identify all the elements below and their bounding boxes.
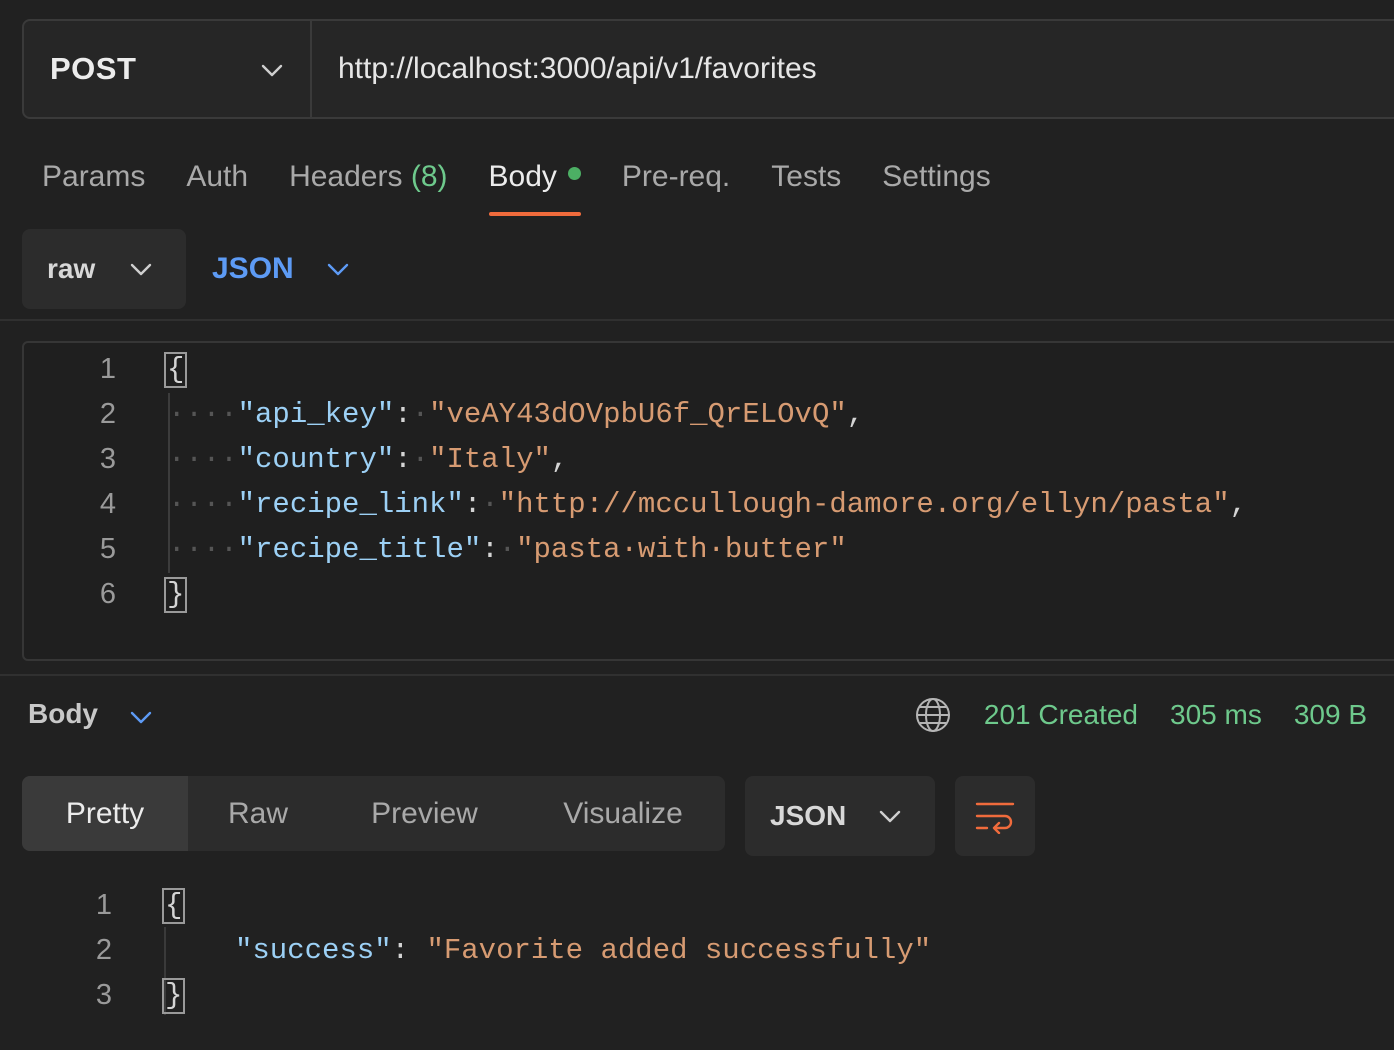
json-value: "Favorite added successfully" — [426, 934, 932, 967]
code-line: 4 ···· "recipe_link": · "http://mccullough-… — [24, 482, 1247, 527]
status-code[interactable]: 201 Created — [984, 699, 1138, 731]
response-format-label: JSON — [770, 800, 847, 831]
json-key: "recipe_title" — [237, 533, 482, 566]
line-number: 3 — [99, 443, 116, 475]
request-body-editor[interactable]: 1 { 2 ···· "api_key": · "veAY43dOVpbU6f_QrE… — [22, 341, 1394, 661]
colon: : — [481, 533, 499, 566]
tab-label: Params — [42, 160, 146, 193]
divider — [0, 674, 1394, 676]
line-number: 3 — [95, 979, 112, 1011]
comma: , — [550, 443, 569, 476]
response-section-label: Body — [28, 698, 98, 729]
tab-body[interactable]: Body — [488, 160, 582, 216]
json-key: "recipe_link" — [237, 488, 464, 521]
whitespace-marker: · — [498, 533, 517, 566]
tab-settings[interactable]: Settings — [882, 160, 990, 216]
code-line: 3 } — [0, 973, 186, 1018]
whitespace-marker: · — [481, 488, 499, 521]
body-format-label: JSON — [212, 252, 294, 285]
colon: : — [391, 934, 427, 967]
whitespace-marker: · — [411, 443, 430, 476]
tab-label: Settings — [882, 160, 991, 193]
tab-label: Headers — [289, 160, 403, 193]
code-line: 6 } — [24, 572, 188, 617]
line-number: 1 — [99, 353, 116, 385]
whitespace-marker: · — [411, 398, 430, 431]
chevron-down-icon — [261, 64, 283, 77]
response-view-tabs: Pretty Raw Preview Visualize — [22, 776, 725, 851]
code-line: 1 { — [24, 347, 188, 392]
json-value: "veAY43dOVpbU6f_QrELOvQ" — [429, 398, 847, 431]
tab-params[interactable]: Params — [42, 160, 145, 216]
url-input[interactable]: http://localhost:3000/api/v1/favorites — [312, 21, 1394, 117]
code-line: 3 ···· "country": · "Italy", — [24, 437, 568, 482]
response-body-select[interactable]: Body — [28, 698, 152, 730]
method-select[interactable]: POST — [24, 21, 312, 117]
response-format-select[interactable]: JSON — [745, 776, 935, 856]
line-number: 2 — [95, 934, 112, 966]
comma: , — [846, 398, 865, 431]
chevron-down-icon — [327, 263, 349, 276]
tab-label: Auth — [186, 160, 249, 193]
code-line: 2 "success": "Favorite added successfull… — [0, 928, 931, 973]
tab-headers[interactable]: Headers (8) — [289, 160, 447, 216]
colon: : — [463, 488, 482, 521]
tab-label: Body — [488, 160, 557, 193]
body-format-select[interactable]: JSON — [212, 229, 349, 309]
response-meta: 201 Created 305 ms 309 B — [914, 696, 1367, 734]
code-line: 5 ···· "recipe_title": · "pasta·with·butter… — [24, 527, 847, 572]
headers-count-badge: (8) — [410, 160, 448, 193]
open-brace: { — [164, 351, 188, 388]
line-number: 6 — [99, 578, 116, 610]
whitespace-marker: ···· — [168, 443, 238, 476]
response-time[interactable]: 305 ms — [1170, 699, 1262, 731]
tab-tests[interactable]: Tests — [771, 160, 841, 216]
close-brace: } — [164, 576, 188, 613]
comma: , — [1229, 488, 1248, 521]
view-tab-pretty[interactable]: Pretty — [22, 776, 188, 851]
json-value: "Italy" — [429, 443, 551, 476]
modified-indicator-dot — [567, 167, 581, 180]
whitespace-marker: ···· — [168, 533, 238, 566]
view-tab-raw[interactable]: Raw — [188, 776, 328, 851]
json-key: "success" — [235, 934, 392, 967]
json-key: "api_key" — [237, 398, 395, 431]
line-number: 2 — [99, 398, 116, 430]
api-client-window: POST http://localhost:3000/api/v1/favori… — [0, 0, 1394, 1050]
line-number: 5 — [99, 533, 116, 565]
chevron-down-icon — [130, 711, 152, 724]
chevron-down-icon — [130, 263, 152, 276]
request-tabs: Params Auth Headers (8) Body Pre-req. Te… — [42, 160, 1032, 216]
whitespace-marker: ···· — [168, 488, 238, 521]
chevron-down-icon — [879, 810, 901, 823]
view-tab-visualize[interactable]: Visualize — [521, 776, 725, 851]
body-mode-select[interactable]: raw — [22, 229, 186, 309]
view-tab-preview[interactable]: Preview — [328, 776, 521, 851]
tab-auth[interactable]: Auth — [186, 160, 248, 216]
json-value: "http://mccullough-damore.org/ellyn/past… — [498, 488, 1230, 521]
tab-label: Tests — [771, 160, 842, 193]
json-key: "country" — [237, 443, 395, 476]
whitespace-marker: ···· — [168, 398, 238, 431]
globe-icon[interactable] — [914, 696, 952, 734]
wrap-lines-button[interactable] — [955, 776, 1035, 856]
body-mode-label: raw — [47, 253, 96, 284]
tab-label: Pre-req. — [621, 160, 731, 193]
line-number: 1 — [95, 889, 112, 921]
colon: : — [394, 398, 412, 431]
json-value: "pasta·with·butter" — [516, 533, 847, 566]
close-brace: } — [162, 977, 186, 1014]
tab-pre-request[interactable]: Pre-req. — [622, 160, 730, 216]
open-brace: { — [162, 887, 186, 924]
method-label: POST — [50, 51, 137, 86]
code-line: 1 { — [0, 883, 186, 928]
divider — [0, 319, 1394, 321]
request-url-bar: POST http://localhost:3000/api/v1/favori… — [22, 19, 1394, 119]
code-line: 2 ···· "api_key": · "veAY43dOVpbU6f_QrELOvQ… — [24, 392, 864, 437]
line-number: 4 — [99, 488, 116, 520]
response-size[interactable]: 309 B — [1294, 699, 1367, 731]
wrap-lines-icon — [975, 802, 1015, 834]
colon: : — [394, 443, 412, 476]
